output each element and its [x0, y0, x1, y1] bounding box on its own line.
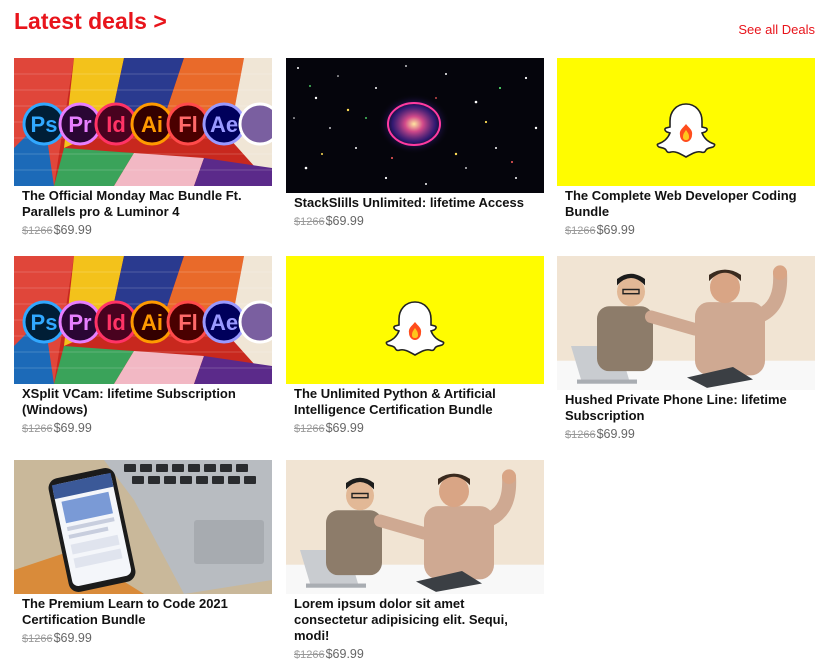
- svg-text:Ai: Ai: [141, 112, 163, 137]
- svg-text:Ae: Ae: [210, 112, 238, 137]
- old-price: $1266: [565, 429, 596, 441]
- deal-title[interactable]: The Complete Web Developer Coding Bundle: [557, 186, 815, 220]
- old-price: $1266: [22, 225, 53, 237]
- svg-text:Ps: Ps: [31, 112, 58, 137]
- old-price: $1266: [22, 633, 53, 645]
- deal-title[interactable]: The Official Monday Mac Bundle Ft. Paral…: [14, 186, 272, 220]
- snapchat-icon: [286, 256, 544, 384]
- new-price: $69.99: [53, 631, 92, 645]
- old-price: $1266: [294, 423, 325, 435]
- new-price: $69.99: [596, 223, 635, 237]
- new-price: $69.99: [325, 421, 364, 435]
- deal-title[interactable]: StackSlills Unlimited: lifetime Access: [286, 193, 544, 211]
- svg-text:Id: Id: [106, 310, 126, 335]
- deal-card[interactable]: Ps Pr Id Ai Fl Ae XSplit VCam: lifetime …: [14, 256, 272, 435]
- old-price: $1266: [294, 216, 325, 228]
- svg-text:Fl: Fl: [178, 112, 198, 137]
- deal-title[interactable]: Hushed Private Phone Line: lifetime Subs…: [557, 390, 815, 424]
- deal-title[interactable]: Lorem ipsum dolor sit amet consectetur a…: [286, 594, 544, 644]
- deal-card[interactable]: The Unlimited Python & Artificial Intell…: [286, 256, 544, 435]
- new-price: $69.99: [325, 647, 364, 661]
- deal-image[interactable]: [286, 256, 544, 384]
- new-price: $69.99: [325, 214, 364, 228]
- old-price: $1266: [565, 225, 596, 237]
- old-price: $1266: [22, 423, 53, 435]
- deal-card[interactable]: StackSlills Unlimited: lifetime Access $…: [286, 58, 544, 228]
- deal-image[interactable]: [286, 58, 544, 193]
- deal-price: $1266$69.99: [286, 418, 544, 435]
- new-price: $69.99: [596, 427, 635, 441]
- deal-price: $1266$69.99: [286, 644, 544, 661]
- svg-text:Id: Id: [106, 112, 126, 137]
- deal-price: $1266$69.99: [14, 220, 272, 237]
- svg-text:Ai: Ai: [141, 310, 163, 335]
- deal-price: $1266$69.99: [14, 418, 272, 435]
- deal-image[interactable]: [557, 256, 815, 390]
- old-price: $1266: [294, 649, 325, 661]
- svg-text:Pr: Pr: [68, 112, 92, 137]
- deal-image[interactable]: [557, 58, 815, 186]
- deal-price: $1266$69.99: [557, 220, 815, 237]
- deal-title[interactable]: The Premium Learn to Code 2021 Certifica…: [14, 594, 272, 628]
- deal-card[interactable]: The Premium Learn to Code 2021 Certifica…: [14, 460, 272, 645]
- deal-title[interactable]: XSplit VCam: lifetime Subscription (Wind…: [14, 384, 272, 418]
- deal-card[interactable]: Lorem ipsum dolor sit amet consectetur a…: [286, 460, 544, 661]
- new-price: $69.99: [53, 223, 92, 237]
- deal-card[interactable]: Ps Pr Id Ai Fl Ae The Official Monday Ma…: [14, 58, 272, 237]
- new-price: $69.99: [53, 421, 92, 435]
- deal-image[interactable]: Ps Pr Id Ai Fl Ae: [14, 256, 272, 384]
- svg-text:Ae: Ae: [210, 310, 238, 335]
- svg-text:Ps: Ps: [31, 310, 58, 335]
- deal-image[interactable]: [14, 460, 272, 594]
- deal-price: $1266$69.99: [286, 211, 544, 228]
- section-title[interactable]: Latest deals >: [14, 8, 167, 35]
- deal-title[interactable]: The Unlimited Python & Artificial Intell…: [286, 384, 544, 418]
- svg-text:Pr: Pr: [68, 310, 92, 335]
- deal-card[interactable]: The Complete Web Developer Coding Bundle…: [557, 58, 815, 237]
- deal-image[interactable]: [286, 460, 544, 594]
- svg-text:Fl: Fl: [178, 310, 198, 335]
- deal-price: $1266$69.99: [14, 628, 272, 645]
- see-all-deals-link[interactable]: See all Deals: [738, 22, 815, 37]
- snapchat-icon: [557, 58, 815, 186]
- deal-image[interactable]: Ps Pr Id Ai Fl Ae: [14, 58, 272, 186]
- deal-price: $1266$69.99: [557, 424, 815, 441]
- deal-card[interactable]: Hushed Private Phone Line: lifetime Subs…: [557, 256, 815, 441]
